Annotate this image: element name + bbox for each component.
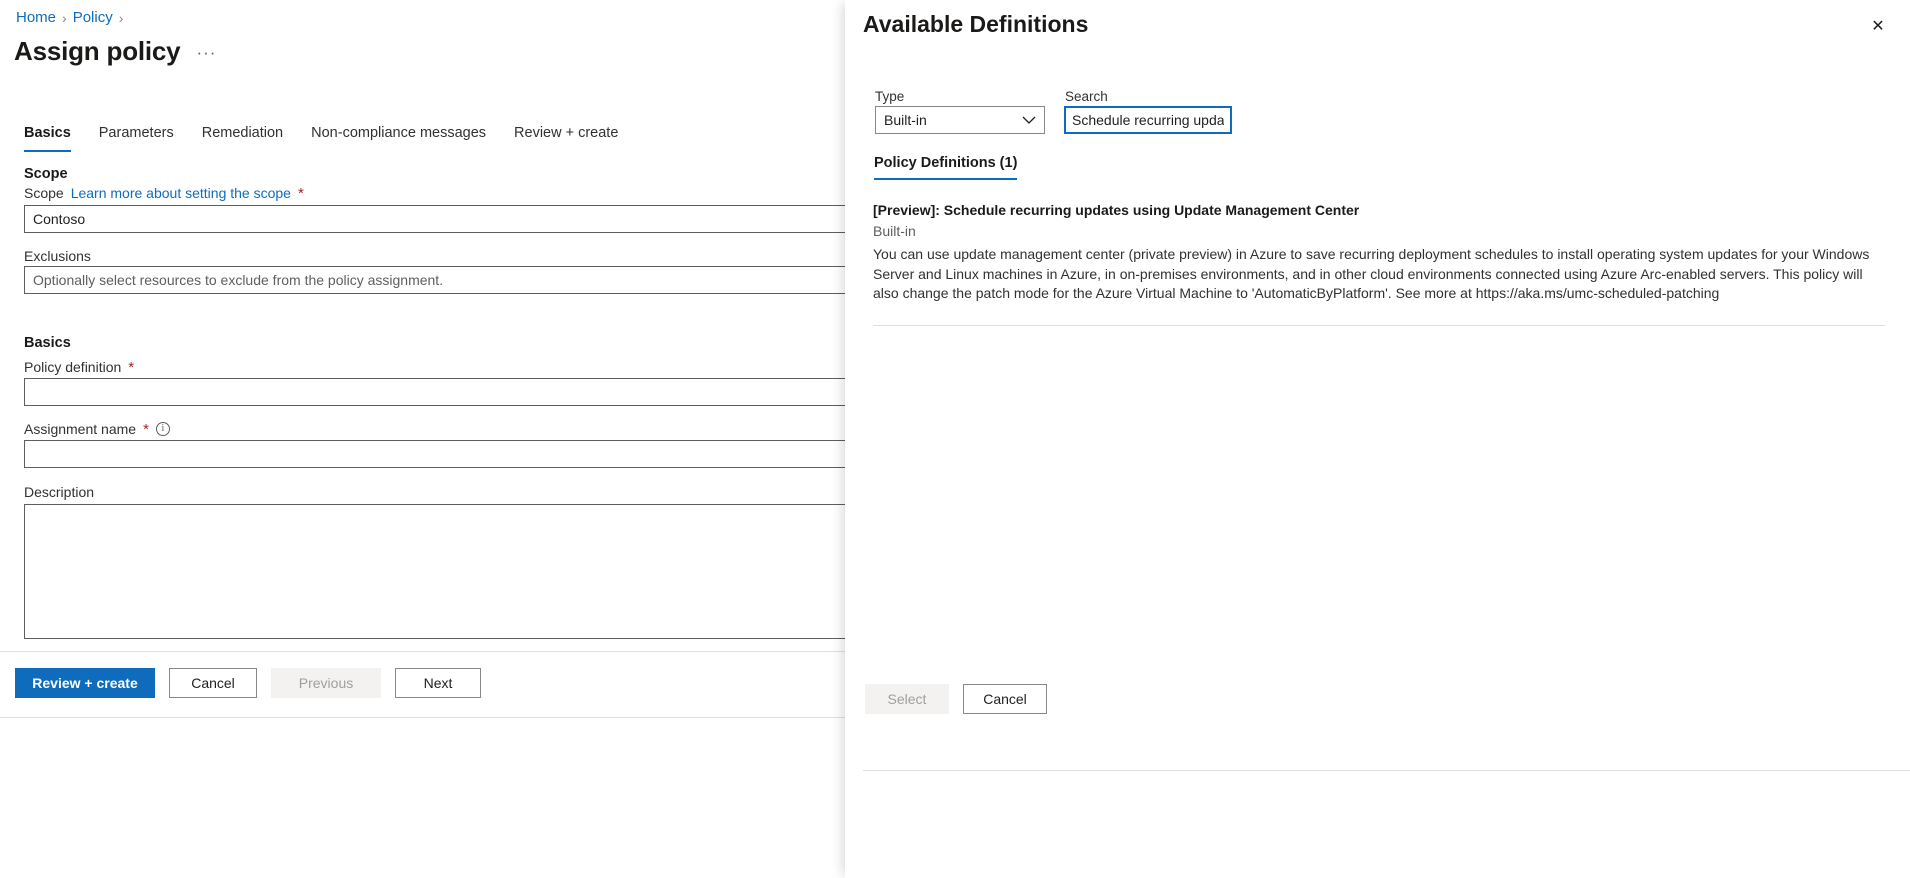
scope-required-indicator: * [297,184,304,202]
search-label: Search [1065,89,1108,104]
previous-button: Previous [271,668,381,698]
policy-definition-result-list: [Preview]: Schedule recurring updates us… [873,200,1885,325]
select-button: Select [865,684,949,714]
result-description: You can use update management center (pr… [873,246,1870,301]
scope-input[interactable] [24,205,880,233]
type-label: Type [875,89,905,104]
panel-footer-buttons: Select Cancel [865,684,1047,714]
footer-divider [0,651,880,652]
description-field-label: Description [24,484,94,500]
breadcrumb-separator-icon: › [118,10,124,26]
breadcrumb-item-home[interactable]: Home [16,8,56,28]
type-dropdown[interactable]: Built-in [875,106,1045,134]
assignment-name-field-label: Assignment name * i [24,421,170,437]
policy-definition-field-label: Policy definition * [24,359,134,375]
scope-learn-more-link[interactable]: Learn more about setting the scope [71,185,291,201]
basics-section-heading: Basics [24,335,71,351]
exclusions-input[interactable] [24,266,880,294]
tab-non-compliance-messages[interactable]: Non-compliance messages [297,123,500,152]
exclusions-label-text: Exclusions [24,248,91,264]
page-title-row: Assign policy ··· [14,34,216,68]
more-options-icon[interactable]: ··· [196,43,216,68]
screen-root: Home › Policy › Assign policy ··· Basics… [0,0,1910,878]
description-label-text: Description [24,484,95,500]
result-source: Built-in [873,223,916,239]
policy-definition-input[interactable] [24,378,880,406]
assignment-name-required-indicator: * [143,420,149,438]
wizard-footer-buttons: Review + create Cancel Previous Next [15,668,481,698]
list-item[interactable]: [Preview]: Schedule recurring updates us… [873,200,1885,304]
page-title: Assign policy [14,36,181,66]
tab-review-create[interactable]: Review + create [500,123,632,152]
panel-title: Available Definitions [863,11,1089,37]
chevron-down-icon [1022,112,1036,128]
description-textarea[interactable] [24,504,880,639]
info-icon[interactable]: i [155,422,170,436]
tab-parameters[interactable]: Parameters [85,123,188,152]
result-title[interactable]: [Preview]: Schedule recurring updates us… [873,200,1885,220]
assignment-name-label-text: Assignment name [24,421,137,437]
breadcrumb-separator-icon: › [62,10,67,26]
panel-cancel-button[interactable]: Cancel [963,684,1047,714]
policy-definition-required-indicator: * [128,358,135,376]
assign-policy-blade: Home › Policy › Assign policy ··· Basics… [0,0,880,878]
next-button[interactable]: Next [395,668,481,698]
tab-remediation[interactable]: Remediation [188,123,297,152]
bottom-divider [0,717,880,718]
breadcrumb: Home › Policy › [16,8,123,28]
wizard-tabs: Basics Parameters Remediation Non-compli… [18,120,632,152]
scope-section-heading: Scope [24,166,68,182]
cancel-button[interactable]: Cancel [169,668,257,698]
available-definitions-panel: Available Definitions ✕ Type Built-in Se… [845,0,1910,878]
result-divider [873,325,1885,326]
assignment-name-input[interactable] [24,440,880,468]
policy-definition-label-text: Policy definition [24,359,122,375]
scope-label-text: Scope [24,185,64,201]
close-icon[interactable]: ✕ [1864,12,1892,40]
type-dropdown-value: Built-in [884,112,927,128]
tab-basics[interactable]: Basics [18,123,85,152]
review-create-button[interactable]: Review + create [15,668,155,698]
exclusions-field-label: Exclusions [24,248,91,264]
search-input[interactable] [1064,106,1232,134]
breadcrumb-item-policy[interactable]: Policy [73,8,113,28]
panel-footer-divider [863,770,1910,771]
tab-policy-definitions[interactable]: Policy Definitions (1) [874,155,1018,180]
scope-field-label: Scope Learn more about setting the scope… [24,185,304,201]
